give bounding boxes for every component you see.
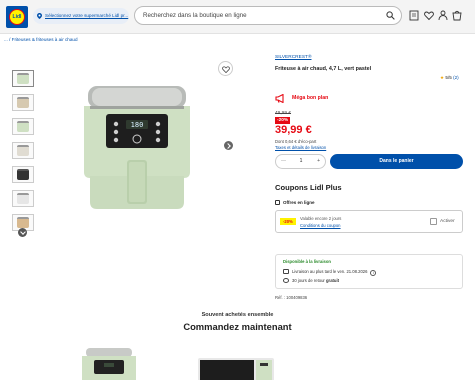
- star-icon: ★: [440, 75, 445, 80]
- product-title: Friteuse à air chaud, 4,7 L, vert pastel: [275, 66, 372, 72]
- rating-count: (2): [453, 75, 459, 80]
- thumbnail-image: [17, 193, 29, 204]
- online-offers-label: Offres en ligne: [275, 200, 315, 205]
- thumbnail-image: [17, 73, 29, 84]
- add-to-wishlist-button[interactable]: [218, 61, 233, 76]
- thumbnail[interactable]: [12, 118, 34, 135]
- image-next-button[interactable]: [224, 141, 233, 150]
- lidl-logo[interactable]: Lidl: [6, 6, 28, 28]
- thumbnail-image: [17, 217, 29, 228]
- delivery-text: Livraison au plus tard le ven. 21.08.202…: [292, 269, 368, 274]
- product-rating[interactable]: ★ 5/5 (2): [440, 75, 459, 81]
- logo-circle: Lidl: [9, 9, 25, 25]
- recommendations-subtitle: Souvent achetés ensemble: [201, 312, 274, 318]
- delivery-row: Livraison au plus tard le ven. 21.08.202…: [283, 269, 377, 276]
- svg-text:180: 180: [131, 121, 144, 129]
- quantity-decrease-button[interactable]: —: [281, 155, 286, 168]
- lock-icon: [275, 200, 280, 205]
- online-offers-text: Offres en ligne: [283, 200, 315, 205]
- return-icon: [283, 278, 289, 283]
- breadcrumb[interactable]: ... / Friteuses & friteuses à air chaud: [4, 37, 78, 42]
- product-reference: Réf. : 100409836: [275, 295, 308, 300]
- recommended-product-image[interactable]: [196, 354, 276, 380]
- brand-link[interactable]: SILVERCREST®: [275, 55, 312, 60]
- cart-icon[interactable]: [452, 10, 462, 21]
- return-text: 30 jours de retour: [292, 278, 325, 283]
- coupons-heading: Coupons Lidl Plus: [275, 183, 342, 192]
- coupon-validity: Valable encore 2 jours: [300, 216, 342, 221]
- coupon-activate-label[interactable]: Activer: [440, 219, 455, 224]
- recommended-product-image[interactable]: [78, 346, 140, 380]
- thumbnails-scroll-down-button[interactable]: [18, 228, 27, 237]
- thumbnail-image: [17, 97, 29, 108]
- rating-value: 5/5: [445, 75, 452, 80]
- store-selector-label: Sélectionnez votre supermarché Lidl pr..…: [45, 13, 129, 18]
- thumbnail[interactable]: [12, 190, 34, 207]
- thumbnail[interactable]: [12, 142, 34, 159]
- eco-fee: Dont 0,64 € d'éco-part: [275, 139, 317, 144]
- quantity-stepper: — 1 +: [275, 154, 326, 169]
- info-icon[interactable]: i: [370, 270, 377, 276]
- current-price: 39,99 €: [275, 124, 312, 136]
- thumbnail[interactable]: [12, 70, 34, 87]
- coupon-activate-checkbox[interactable]: [430, 218, 437, 225]
- thumbnail-list: [12, 70, 34, 238]
- thumbnail-image: [17, 169, 29, 180]
- return-row: 30 jours de retour gratuit: [283, 278, 339, 283]
- availability-card: Disponible à la livraison Livraison au p…: [275, 254, 463, 289]
- thumbnail[interactable]: [12, 94, 34, 111]
- store-icon[interactable]: [438, 10, 448, 21]
- top-header: Lidl Sélectionnez votre supermarché Lidl…: [0, 0, 475, 34]
- flyer-icon[interactable]: [409, 10, 419, 21]
- coupon-card: -20% Valable encore 2 jours Conditions d…: [275, 210, 463, 233]
- discount-badge: -20%: [275, 117, 291, 124]
- quantity-value[interactable]: 1: [296, 155, 306, 168]
- search-input[interactable]: Recherchez dans la boutique en ligne: [143, 7, 247, 24]
- location-pin-icon: [37, 13, 42, 19]
- heart-icon: [222, 65, 230, 73]
- promo-text: Méga bon plan: [292, 95, 329, 101]
- thumbnail[interactable]: [12, 166, 34, 183]
- search-box[interactable]: Recherchez dans la boutique en ligne: [134, 6, 402, 25]
- search-icon[interactable]: [386, 11, 395, 20]
- truck-icon: [283, 269, 289, 274]
- coupon-conditions-link[interactable]: Conditions du coupon: [300, 223, 341, 228]
- megaphone-icon: [275, 94, 284, 103]
- coupon-discount-badge: -20%: [280, 218, 296, 225]
- store-selector-link[interactable]: Sélectionnez votre supermarché Lidl pr..…: [33, 8, 129, 24]
- logo-text: Lidl: [12, 14, 22, 20]
- wishlist-icon[interactable]: [424, 10, 434, 21]
- thumbnail-image: [17, 145, 29, 156]
- product-main-image: 180: [84, 86, 190, 209]
- thumbnail-image: [17, 121, 29, 132]
- old-price: 49,99 €: [275, 111, 292, 116]
- tax-details-link[interactable]: Taxes et détails de livraison: [275, 145, 326, 150]
- recommendations-title: Commandez maintenant: [183, 321, 292, 332]
- quantity-increase-button[interactable]: +: [317, 155, 320, 168]
- add-to-cart-button[interactable]: Dans le panier: [330, 154, 463, 169]
- availability-title: Disponible à la livraison: [283, 259, 331, 264]
- return-free: gratuit: [326, 278, 340, 283]
